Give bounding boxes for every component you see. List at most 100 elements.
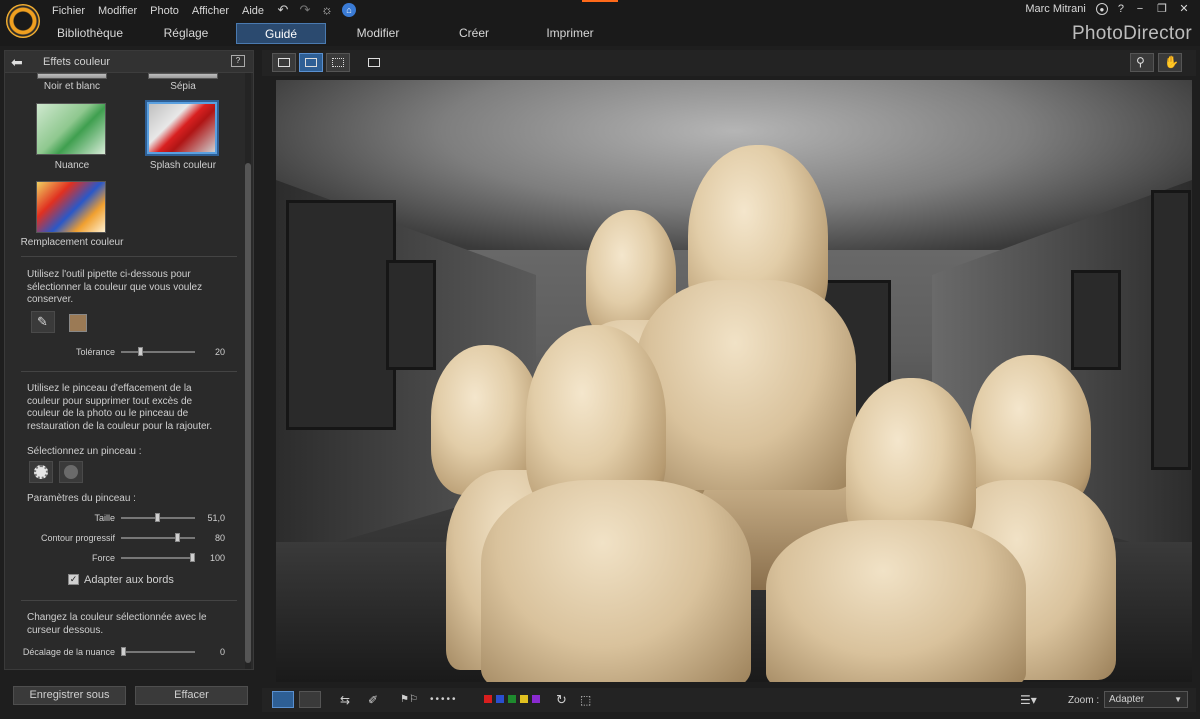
color-label-red[interactable] bbox=[484, 695, 492, 703]
thumb-nuance[interactable] bbox=[36, 103, 106, 155]
eyedropper-button[interactable]: ✎ bbox=[31, 311, 55, 333]
color-label-green[interactable] bbox=[508, 695, 516, 703]
feather-slider[interactable] bbox=[121, 537, 195, 539]
size-label: Taille bbox=[94, 513, 115, 523]
user-area: Marc Mitrani ● ? − ❐ ✕ bbox=[1025, 3, 1190, 15]
bust-chest bbox=[481, 480, 751, 682]
painting bbox=[1151, 190, 1191, 470]
painting bbox=[386, 260, 436, 370]
view-browser-button[interactable] bbox=[272, 53, 296, 72]
brush-eraser-icon[interactable]: ✐ bbox=[368, 693, 378, 707]
tab-guide[interactable]: Guidé bbox=[236, 23, 326, 44]
color-label-purple[interactable] bbox=[532, 695, 540, 703]
strength-slider[interactable] bbox=[121, 557, 195, 559]
zoom-tool-button[interactable]: ⚲ bbox=[1130, 53, 1154, 72]
rating-dots[interactable]: ••••• bbox=[430, 693, 458, 707]
view-grid-button[interactable] bbox=[326, 53, 350, 72]
painting bbox=[286, 200, 396, 430]
erase-brush-button[interactable] bbox=[29, 461, 53, 483]
menu-fichier[interactable]: Fichier bbox=[52, 5, 85, 17]
hue-shift-slider[interactable] bbox=[121, 651, 195, 653]
tab-creer[interactable]: Créer bbox=[440, 23, 508, 44]
menu-bar: Fichier Modifier Photo Afficher Aide ↶ ↷… bbox=[0, 0, 1200, 22]
photo-canvas[interactable] bbox=[276, 80, 1192, 682]
help-button[interactable]: ? bbox=[1118, 3, 1124, 15]
slider-knob[interactable] bbox=[121, 647, 126, 656]
back-arrow-icon[interactable]: ⬅ bbox=[11, 55, 31, 69]
title-accent bbox=[582, 0, 618, 2]
erase-brush-icon bbox=[34, 465, 48, 479]
settings-icon[interactable]: ☼ bbox=[320, 3, 334, 17]
save-as-button[interactable]: Enregistrer sous bbox=[13, 686, 126, 705]
single-view-icon bbox=[305, 58, 317, 67]
tab-imprimer[interactable]: Imprimer bbox=[530, 23, 610, 44]
hand-tool-button[interactable]: ✋ bbox=[1158, 53, 1182, 72]
restore-brush-button[interactable] bbox=[59, 461, 83, 483]
account-icon[interactable]: ● bbox=[1095, 3, 1108, 15]
bust-chest bbox=[636, 280, 856, 490]
adapt-edges-label: Adapter aux bords bbox=[84, 574, 174, 586]
minimize-icon[interactable]: − bbox=[1134, 3, 1146, 15]
chevron-down-icon: ▼ bbox=[1174, 695, 1182, 704]
undo-icon[interactable]: ↶ bbox=[276, 3, 290, 17]
color-label-yellow[interactable] bbox=[520, 695, 528, 703]
panel-scrollbar[interactable] bbox=[245, 73, 251, 669]
menu-aide[interactable]: Aide bbox=[242, 5, 264, 17]
single-layout-button[interactable] bbox=[272, 691, 294, 708]
tab-reglage[interactable]: Réglage bbox=[150, 23, 222, 44]
feather-value: 80 bbox=[214, 533, 225, 543]
help-icon[interactable]: ? bbox=[231, 55, 245, 67]
tab-bibliotheque[interactable]: Bibliothèque bbox=[48, 23, 132, 44]
viewer-bottom-toolbar: ⇆ ✐ ⚑⚐ ••••• ↻ ⬚ ☰▾ Zoom : Adapter ▼ bbox=[262, 688, 1196, 712]
compare-button[interactable] bbox=[362, 53, 386, 72]
cloud-sync-icon[interactable]: ⌂ bbox=[342, 3, 356, 17]
close-icon[interactable]: ✕ bbox=[1178, 3, 1190, 15]
adapt-edges-checkbox[interactable]: ✓ bbox=[68, 574, 79, 585]
slider-knob[interactable] bbox=[138, 347, 143, 356]
label-sepia: Sépia bbox=[170, 81, 196, 92]
panel-title: Effets couleur bbox=[43, 56, 111, 68]
thumb-sepia[interactable] bbox=[148, 73, 218, 79]
tolerance-value: 20 bbox=[214, 347, 225, 357]
thumb-remplacement-couleur[interactable] bbox=[36, 181, 106, 233]
restore-brush-icon bbox=[64, 465, 78, 479]
grid-view-icon bbox=[332, 58, 344, 67]
sort-menu-icon[interactable]: ☰▾ bbox=[1020, 693, 1037, 707]
zoom-select[interactable]: Adapter ▼ bbox=[1104, 691, 1188, 708]
menu-afficher[interactable]: Afficher bbox=[192, 5, 229, 17]
color-label-blue[interactable] bbox=[496, 695, 504, 703]
rotate-compare-icon[interactable]: ⇆ bbox=[340, 693, 350, 707]
scroll-thumb[interactable] bbox=[245, 163, 251, 663]
view-single-button[interactable] bbox=[299, 53, 323, 72]
selected-color-swatch[interactable] bbox=[69, 314, 87, 332]
zoom-value: Adapter bbox=[1109, 694, 1145, 705]
split-layout-button[interactable] bbox=[299, 691, 321, 708]
tab-modifier[interactable]: Modifier bbox=[340, 23, 416, 44]
restore-icon[interactable]: ❐ bbox=[1156, 3, 1168, 15]
instruction-eyedropper: Utilisez l'outil pipette ci-dessous pour… bbox=[27, 269, 203, 305]
thumb-noir-et-blanc[interactable] bbox=[37, 73, 107, 79]
label-splash-couleur: Splash couleur bbox=[149, 160, 217, 171]
thumb-splash-couleur[interactable] bbox=[145, 100, 219, 156]
size-value: 51,0 bbox=[207, 513, 225, 523]
redo-icon[interactable]: ↷ bbox=[298, 3, 312, 17]
rotate-icon[interactable]: ↻ bbox=[556, 693, 567, 707]
eyedropper-icon: ✎ bbox=[37, 314, 48, 329]
flag-icon[interactable]: ⚑⚐ bbox=[400, 693, 418, 707]
slider-knob[interactable] bbox=[175, 533, 180, 542]
clear-button[interactable]: Effacer bbox=[135, 686, 248, 705]
divider bbox=[21, 256, 237, 257]
hand-icon: ✋ bbox=[1164, 55, 1179, 69]
main-menu: Fichier Modifier Photo Afficher Aide bbox=[52, 5, 277, 17]
slider-knob[interactable] bbox=[155, 513, 160, 522]
menu-photo[interactable]: Photo bbox=[150, 5, 179, 17]
tolerance-slider[interactable] bbox=[121, 351, 195, 353]
instruction-brush: Utilisez le pinceau d'effacement de la c… bbox=[27, 383, 213, 432]
hue-shift-value: 0 bbox=[219, 647, 225, 657]
browser-view-icon bbox=[278, 58, 290, 67]
slider-knob[interactable] bbox=[190, 553, 195, 562]
crop-icon[interactable]: ⬚ bbox=[580, 693, 591, 707]
panel-header: ⬅ Effets couleur ? bbox=[5, 51, 253, 73]
divider bbox=[21, 371, 237, 372]
menu-modifier[interactable]: Modifier bbox=[98, 5, 137, 17]
